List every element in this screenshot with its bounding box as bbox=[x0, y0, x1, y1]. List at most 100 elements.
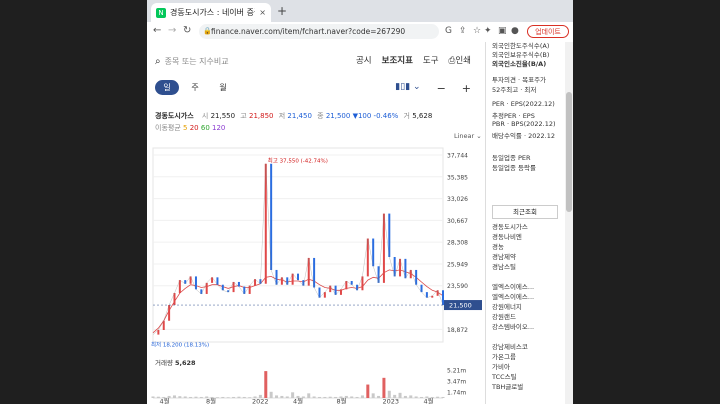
x-axis-label: 2023 bbox=[383, 398, 400, 404]
recent-item[interactable]: 강스템바이오... bbox=[492, 322, 534, 332]
volume-bar bbox=[232, 396, 236, 398]
volume-bar bbox=[323, 396, 327, 398]
page-scrollbar[interactable] bbox=[565, 42, 573, 404]
period-day-button[interactable]: 일 bbox=[155, 80, 179, 95]
volume-bar bbox=[264, 371, 268, 398]
recent-item[interactable]: 엘엑스이에스... bbox=[492, 282, 534, 292]
recent-item[interactable]: 강남제비스코 bbox=[492, 342, 534, 352]
stock-summary: 경동도시가스 시 21,550 고 21,850 저 21,450 종 21,5… bbox=[155, 112, 433, 120]
recent-item[interactable]: 경동나비엔 bbox=[492, 232, 534, 242]
price-tick-label: 18,872 bbox=[447, 327, 468, 334]
price-line bbox=[152, 163, 444, 335]
recent-item[interactable]: 경남제약 bbox=[492, 252, 534, 262]
price-change-pct: -0.46% bbox=[373, 112, 399, 120]
volume-bar bbox=[441, 396, 445, 398]
candle-type-icon[interactable]: ▮▯▮ ⌄ bbox=[395, 82, 420, 95]
volume-bar bbox=[226, 397, 230, 398]
volume-bar bbox=[194, 396, 198, 398]
bookmark-star-icon[interactable]: ☆ bbox=[473, 26, 481, 36]
volume-value: 5,628 bbox=[412, 112, 433, 120]
x-axis-label: 4월 bbox=[423, 397, 433, 404]
lock-icon: 🔒 bbox=[203, 27, 212, 35]
reload-icon[interactable]: ↻ bbox=[183, 25, 191, 36]
share-icon[interactable]: ⇪ bbox=[459, 26, 467, 36]
recent-item[interactable]: 경동도시가스 bbox=[492, 222, 534, 232]
period-month-button[interactable]: 월 bbox=[211, 80, 235, 95]
google-icon[interactable]: G bbox=[445, 26, 452, 36]
price-tick-label: 30,667 bbox=[447, 218, 468, 225]
volume-bar bbox=[328, 396, 332, 398]
new-tab-button[interactable]: + bbox=[277, 4, 287, 18]
volume-bar bbox=[409, 395, 413, 398]
menu-tools[interactable]: 도구 bbox=[423, 54, 439, 66]
update-button[interactable]: 업데이트 bbox=[527, 25, 569, 38]
browser-window: N 경동도시가스 : 네이버 증권 × + ← → ↻ 🔒 finance.na… bbox=[147, 0, 573, 404]
scrollbar-thumb[interactable] bbox=[566, 92, 572, 212]
moving-average-legend: 이동평균 5 20 60 120 bbox=[155, 124, 226, 132]
recent-item[interactable]: 가비아 bbox=[492, 362, 534, 372]
chart-menu: 공시 보조지표 도구 ⎙인쇄 bbox=[356, 54, 471, 66]
volume-bar bbox=[172, 395, 176, 398]
recent-item[interactable]: TCC스틸 bbox=[492, 372, 534, 382]
volume-bar bbox=[189, 396, 193, 398]
price-chart[interactable]: 37,744 35,385 33,026 30,667 28,308 25,949 23,5… bbox=[147, 142, 485, 404]
recent-item[interactable]: 경농 bbox=[492, 242, 534, 252]
volume-bar bbox=[285, 396, 289, 398]
recent-item[interactable]: 강원랜드 bbox=[492, 312, 534, 322]
scale-selector[interactable]: Linear ⌄ bbox=[454, 132, 482, 140]
volume-bar bbox=[355, 396, 359, 398]
menu-disclosure[interactable]: 공시 bbox=[356, 54, 372, 66]
volume-tick-label: 5.21m bbox=[447, 368, 466, 375]
high-low-52w: 52주최고 · 최저 bbox=[492, 86, 537, 94]
dividend-yield: 배당수익률 · 2022.12 bbox=[492, 132, 555, 140]
ma-5: 5 bbox=[183, 124, 188, 132]
url-input[interactable]: 🔒 finance.naver.com/item/fchart.naver?co… bbox=[199, 24, 439, 39]
volume-bar bbox=[312, 396, 316, 398]
profile-avatar-icon[interactable]: ● bbox=[511, 26, 519, 36]
menu-print[interactable]: ⎙인쇄 bbox=[449, 54, 471, 66]
volume-bar bbox=[377, 395, 381, 398]
period-week-button[interactable]: 주 bbox=[183, 80, 207, 95]
ma-60: 60 bbox=[200, 124, 210, 132]
recent-item[interactable]: 강원에너지 bbox=[492, 302, 534, 312]
recent-item[interactable]: 엘엑스이에스... bbox=[492, 292, 534, 302]
volume-bar bbox=[366, 384, 370, 398]
tab-bar: N 경동도시가스 : 네이버 증권 × + bbox=[147, 0, 573, 22]
x-axis-label: 4월 bbox=[160, 397, 170, 404]
period-tabs: 일 주 월 bbox=[155, 80, 235, 95]
search-placeholder: 종목 또는 지수비교 bbox=[164, 57, 229, 66]
volume-title-value: 5,628 bbox=[175, 359, 196, 367]
menu-indicators[interactable]: 보조지표 bbox=[382, 54, 413, 66]
price-tick-label: 28,308 bbox=[447, 240, 468, 247]
side-panel-icon[interactable]: ▣ bbox=[498, 26, 507, 36]
forward-arrow-icon[interactable]: → bbox=[168, 25, 176, 36]
volume-bar bbox=[269, 391, 273, 398]
recent-item[interactable] bbox=[492, 332, 534, 342]
url-text: finance.naver.com/item/fchart.naver?code… bbox=[211, 27, 406, 36]
volume-bar bbox=[221, 396, 225, 398]
volume-title: 거래량 5,628 bbox=[155, 358, 196, 367]
recent-item[interactable] bbox=[492, 272, 534, 282]
x-axis-label: 8월 bbox=[206, 397, 216, 404]
open-price: 21,550 bbox=[210, 112, 236, 120]
back-arrow-icon[interactable]: ← bbox=[153, 25, 161, 36]
recent-item[interactable]: TBH글로벌 bbox=[492, 382, 534, 392]
high-price: 21,850 bbox=[248, 112, 274, 120]
extensions-icon[interactable]: ✦ bbox=[484, 26, 492, 36]
zoom-out-icon[interactable]: − bbox=[437, 82, 446, 95]
recent-item[interactable]: 가온그룹 bbox=[492, 352, 534, 362]
volume-bar bbox=[275, 395, 279, 398]
close-tab-icon[interactable]: × bbox=[259, 8, 266, 17]
browser-tab[interactable]: N 경동도시가스 : 네이버 증권 × bbox=[151, 3, 271, 22]
max-price-label: 최고 37,550 (-42.74%) bbox=[268, 157, 328, 165]
price-tick-label: 25,949 bbox=[447, 261, 468, 268]
recent-item[interactable]: 경남스틸 bbox=[492, 262, 534, 272]
current-price-text: 21,500 bbox=[449, 302, 472, 310]
volume-bar bbox=[280, 395, 284, 398]
compare-search[interactable]: ⌕ 종목 또는 지수비교 bbox=[155, 56, 229, 67]
industry-change: 동일업종 등락률 bbox=[492, 164, 536, 172]
recent-views-header[interactable]: 최근조회 bbox=[492, 205, 558, 219]
volume-tick-label: 1.74m bbox=[447, 390, 466, 397]
zoom-in-icon[interactable]: + bbox=[462, 82, 471, 95]
volume-bar bbox=[371, 393, 375, 398]
